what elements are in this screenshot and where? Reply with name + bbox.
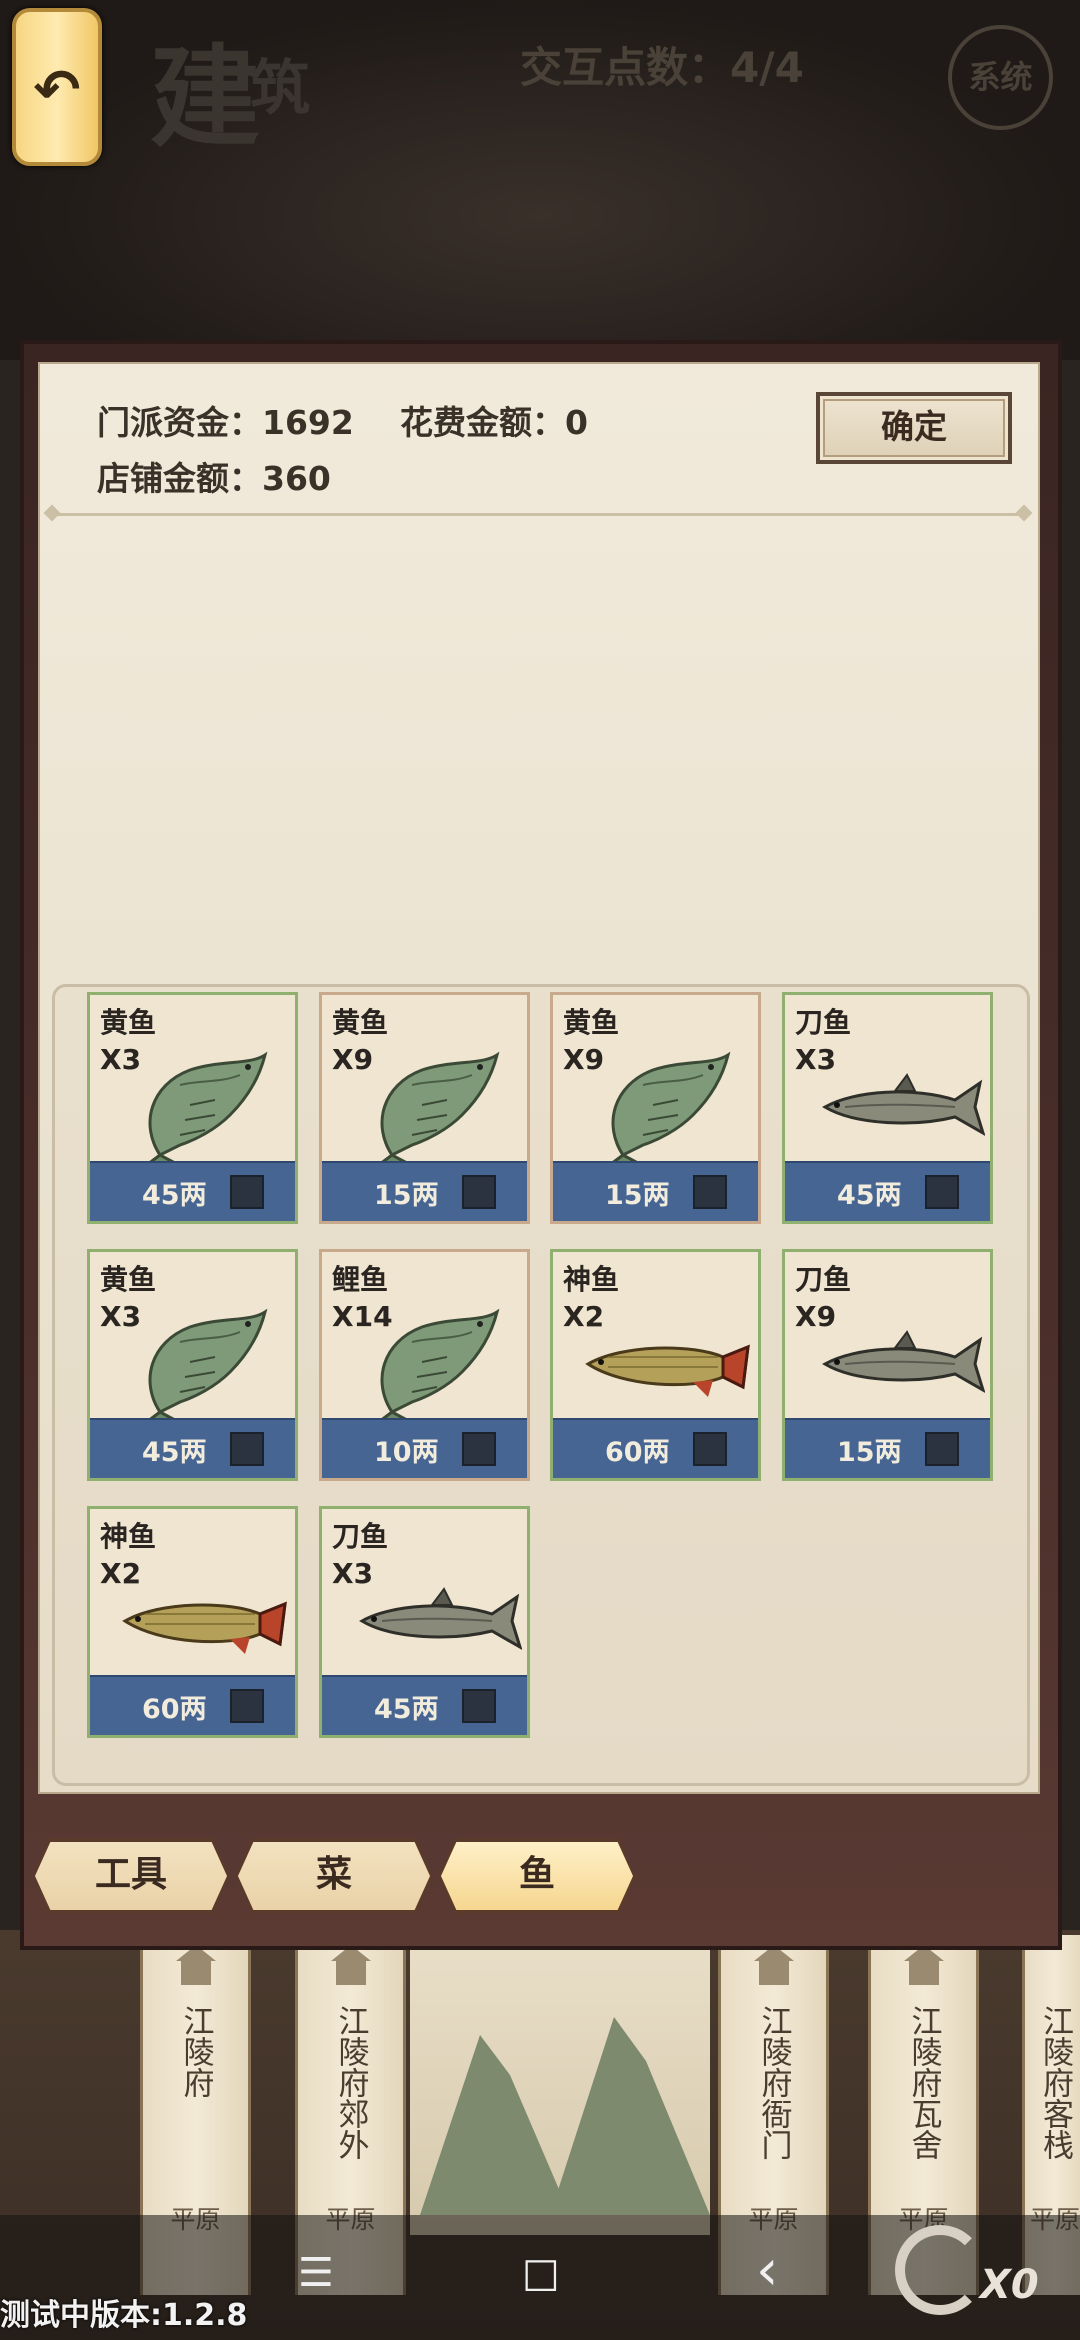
- item-price: 15两: [837, 1437, 902, 1468]
- item-name: 黄鱼: [332, 1006, 389, 1039]
- price-bar: 15两: [322, 1161, 527, 1221]
- select-checkbox[interactable]: [693, 1432, 727, 1466]
- confirm-button[interactable]: 确定: [816, 392, 1012, 464]
- fish-icon: [120, 1045, 290, 1172]
- divider: [50, 513, 1026, 516]
- select-checkbox[interactable]: [230, 1175, 264, 1209]
- location-name: 江陵府客栈: [1037, 2005, 1073, 2160]
- item-price: 45两: [142, 1180, 207, 1211]
- price-bar: 15两: [553, 1161, 758, 1221]
- select-checkbox[interactable]: [925, 1175, 959, 1209]
- item-card[interactable]: 鲤鱼 X14 10两: [319, 1249, 530, 1481]
- item-name: 神鱼: [563, 1263, 620, 1296]
- item-card[interactable]: 黄鱼 X9 15两: [319, 992, 530, 1224]
- item-name: 鲤鱼: [332, 1263, 389, 1296]
- menu-icon[interactable]: ☰: [298, 2250, 334, 2296]
- fish-icon: [120, 1559, 290, 1684]
- building-icon: [331, 1945, 371, 1985]
- price-bar: 45两: [785, 1161, 990, 1221]
- system-button[interactable]: 系统: [948, 25, 1053, 130]
- location-name: 江陵府郊外: [332, 2005, 369, 2160]
- price-bar: 45两: [322, 1675, 527, 1735]
- fish-icon: [815, 1045, 986, 1170]
- item-name: 刀鱼: [332, 1520, 389, 1553]
- location-name: 江陵府衙门: [755, 2005, 792, 2160]
- landscape-painting: [410, 1935, 710, 2235]
- item-price: 15两: [374, 1180, 439, 1211]
- select-checkbox[interactable]: [462, 1689, 496, 1723]
- fish-icon: [120, 1302, 290, 1429]
- price-bar: 60两: [90, 1675, 295, 1735]
- sect-funds: 门派资金：1692: [97, 403, 354, 442]
- item-name: 黄鱼: [100, 1006, 157, 1039]
- item-card[interactable]: 神鱼 X2 60两: [87, 1506, 298, 1738]
- fish-icon: [352, 1302, 522, 1429]
- item-name: 黄鱼: [100, 1263, 157, 1296]
- price-bar: 45两: [90, 1418, 295, 1478]
- tab-fish[interactable]: 鱼: [441, 1842, 633, 1910]
- home-icon[interactable]: □: [522, 2250, 560, 2296]
- select-checkbox[interactable]: [462, 1175, 496, 1209]
- fish-icon: [352, 1559, 523, 1684]
- price-bar: 15两: [785, 1418, 990, 1478]
- price-bar: 45两: [90, 1161, 295, 1221]
- select-checkbox[interactable]: [925, 1432, 959, 1466]
- fish-icon: [352, 1045, 522, 1172]
- location-name: 江陵府瓦舍: [905, 2005, 942, 2160]
- shop-amount: 店铺金额：360: [97, 459, 331, 498]
- item-card[interactable]: 刀鱼 X3 45两: [319, 1506, 530, 1738]
- item-card[interactable]: 神鱼 X2 60两: [550, 1249, 761, 1481]
- select-checkbox[interactable]: [230, 1689, 264, 1723]
- refresh-count: X0: [980, 2262, 1039, 2308]
- fish-icon: [583, 1302, 753, 1427]
- interaction-points: 交互点数：4/4: [520, 43, 804, 92]
- back-button[interactable]: ↶: [12, 8, 102, 166]
- back-nav-icon[interactable]: ‹: [756, 2238, 778, 2303]
- item-price: 45两: [374, 1694, 439, 1725]
- page-title: 建: [150, 33, 260, 162]
- item-card[interactable]: 刀鱼 X9 15两: [782, 1249, 993, 1481]
- item-price: 60两: [142, 1694, 207, 1725]
- location-name: 江陵府: [177, 2005, 214, 2098]
- tab-dishes[interactable]: 菜: [238, 1842, 430, 1910]
- item-price: 45两: [837, 1180, 902, 1211]
- item-name: 刀鱼: [795, 1006, 852, 1039]
- item-name: 刀鱼: [795, 1263, 852, 1296]
- version-label: 测试中版本:1.2.8: [0, 2298, 248, 2333]
- refresh-icon[interactable]: [895, 2225, 985, 2315]
- select-checkbox[interactable]: [230, 1432, 264, 1466]
- item-card[interactable]: 黄鱼 X9 15两: [550, 992, 761, 1224]
- building-icon: [176, 1945, 216, 1985]
- item-price: 45两: [142, 1437, 207, 1468]
- price-bar: 10两: [322, 1418, 527, 1478]
- item-card[interactable]: 刀鱼 X3 45两: [782, 992, 993, 1224]
- item-card[interactable]: 黄鱼 X3 45两: [87, 1249, 298, 1481]
- fish-icon: [583, 1045, 753, 1172]
- item-name: 神鱼: [100, 1520, 157, 1553]
- item-card[interactable]: 黄鱼 X3 45两: [87, 992, 298, 1224]
- price-bar: 60两: [553, 1418, 758, 1478]
- item-price: 60两: [605, 1437, 670, 1468]
- fish-icon: [815, 1302, 986, 1427]
- item-name: 黄鱼: [563, 1006, 620, 1039]
- select-checkbox[interactable]: [693, 1175, 727, 1209]
- item-price: 10两: [374, 1437, 439, 1468]
- page-title-sub: 筑: [250, 54, 310, 124]
- item-price: 15两: [605, 1180, 670, 1211]
- select-checkbox[interactable]: [462, 1432, 496, 1466]
- building-icon: [904, 1945, 944, 1985]
- undo-arrow-icon: ↶: [33, 58, 81, 123]
- building-icon: [754, 1945, 794, 1985]
- tab-tools[interactable]: 工具: [35, 1842, 227, 1910]
- spend-amount: 花费金额：0: [400, 403, 588, 442]
